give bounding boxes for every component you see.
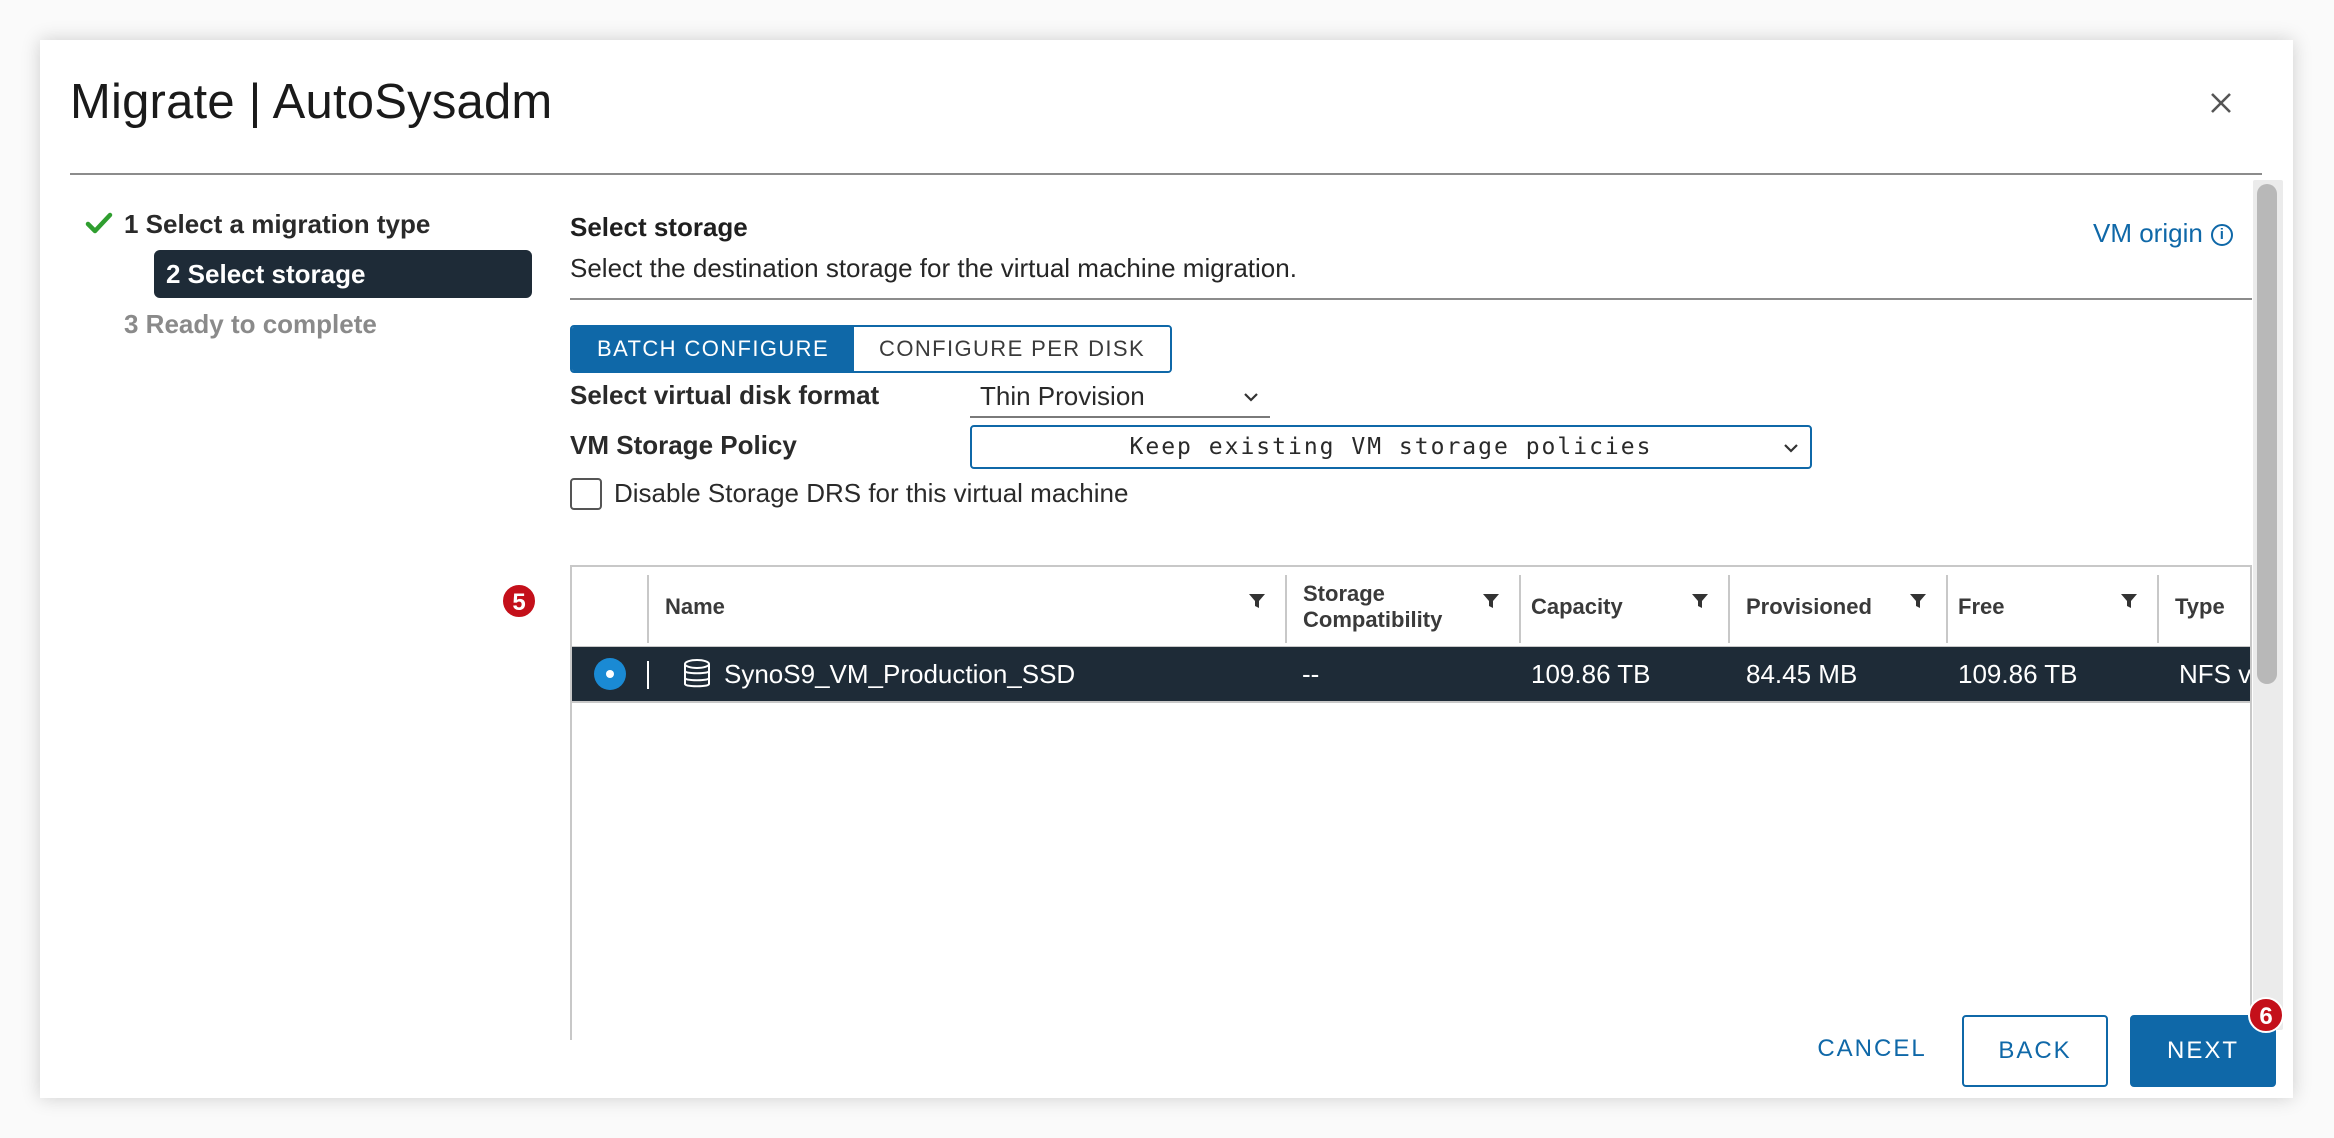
info-icon: i [2210,224,2233,247]
storage-policy-label: VM Storage Policy [570,430,797,460]
chevron-down-icon [1784,444,1798,453]
disable-drs-label: Disable Storage DRS for this virtual mac… [614,478,1129,508]
scrollbar[interactable] [2253,180,2283,1030]
free-cell: 109.86 TB [1958,659,2078,689]
step-badge-row: 5 [501,583,537,619]
close-icon[interactable] [2200,82,2242,124]
migrate-dialog: Migrate | AutoSysadm 1 Select a migratio… [40,40,2293,1098]
provisioned-cell: 84.45 MB [1746,659,1858,689]
column-label: Provisioned [1746,594,1872,619]
dialog-title: Migrate | AutoSysadm [70,75,553,129]
storage-policy-select[interactable]: Keep existing VM storage policies [970,425,1812,469]
grid-header: Name Storage Compatibility Capacity Prov… [572,567,2250,647]
column-label: Name [665,594,725,619]
datastore-name: SynoS9_VM_Production_SSD [724,659,1076,689]
disk-format-select[interactable]: Thin Provision [970,376,1270,418]
disk-format-value: Thin Provision [980,381,1145,411]
storage-policy-value: Keep existing VM storage policies [1129,434,1653,460]
column-header-storage-compatibility[interactable]: Storage Compatibility [1287,567,1519,647]
chevron-down-icon [1244,393,1258,402]
filter-icon[interactable] [1247,591,1267,611]
filter-icon[interactable] [1481,591,1501,611]
column-label: Capacity [1531,594,1623,619]
step-select-migration-type[interactable]: 1 Select a migration type [40,200,532,248]
column-label: Storage Compatibility [1303,581,1443,632]
step-label: 1 Select a migration type [124,209,431,239]
section-subtitle: Select the destination storage for the v… [570,253,1297,283]
datastore-grid: Name Storage Compatibility Capacity Prov… [570,565,2252,1040]
scrollbar-thumb[interactable] [2257,184,2277,684]
column-header-name[interactable]: Name [649,567,1285,647]
row-divider [647,661,649,689]
vm-origin-link[interactable]: VM origin i [2093,218,2233,249]
configure-per-disk-tab[interactable]: CONFIGURE PER DISK [854,327,1171,371]
step-label: 3 Ready to complete [124,309,377,339]
title-divider [70,173,2262,175]
column-header-type[interactable]: Type [2159,567,2250,647]
vm-origin-label: VM origin [2093,218,2203,248]
step-select-storage[interactable]: 2 Select storage [154,250,532,298]
table-row[interactable]: SynoS9_VM_Production_SSD -- 109.86 TB 84… [572,647,2250,701]
row-divider-line [572,701,2250,703]
section-divider [570,298,2252,300]
batch-configure-tab[interactable]: BATCH CONFIGURE [572,327,855,371]
filter-icon[interactable] [2119,591,2139,611]
checkmark-icon [85,212,113,234]
disable-drs-checkbox[interactable] [570,478,602,510]
filter-icon[interactable] [1908,591,1928,611]
column-label: Type [2175,594,2225,619]
step-badge-next: 6 [2248,997,2284,1033]
capacity-cell: 109.86 TB [1531,659,1651,689]
filter-icon[interactable] [1690,591,1710,611]
column-header-free[interactable]: Free [1948,567,2157,647]
column-header-capacity[interactable]: Capacity [1521,567,1728,647]
cancel-button[interactable]: CANCEL [1772,1015,1972,1087]
wizard-steps: 1 Select a migration type 2 Select stora… [80,200,532,350]
column-header-provisioned[interactable]: Provisioned [1730,567,1946,647]
disk-format-label: Select virtual disk format [570,380,880,410]
configure-mode-toggle: BATCH CONFIGURE CONFIGURE PER DISK [570,325,1173,373]
section-title: Select storage [570,212,748,242]
step-ready-to-complete: 3 Ready to complete [40,300,532,348]
datastore-icon [684,659,710,688]
row-select-radio[interactable] [594,658,626,690]
back-button[interactable]: BACK [1962,1015,2108,1087]
column-label: Free [1958,594,2005,619]
storage-compatibility-cell: -- [1302,659,1320,689]
type-cell: NFS v [2179,659,2252,689]
step-label: 2 Select storage [166,259,366,289]
